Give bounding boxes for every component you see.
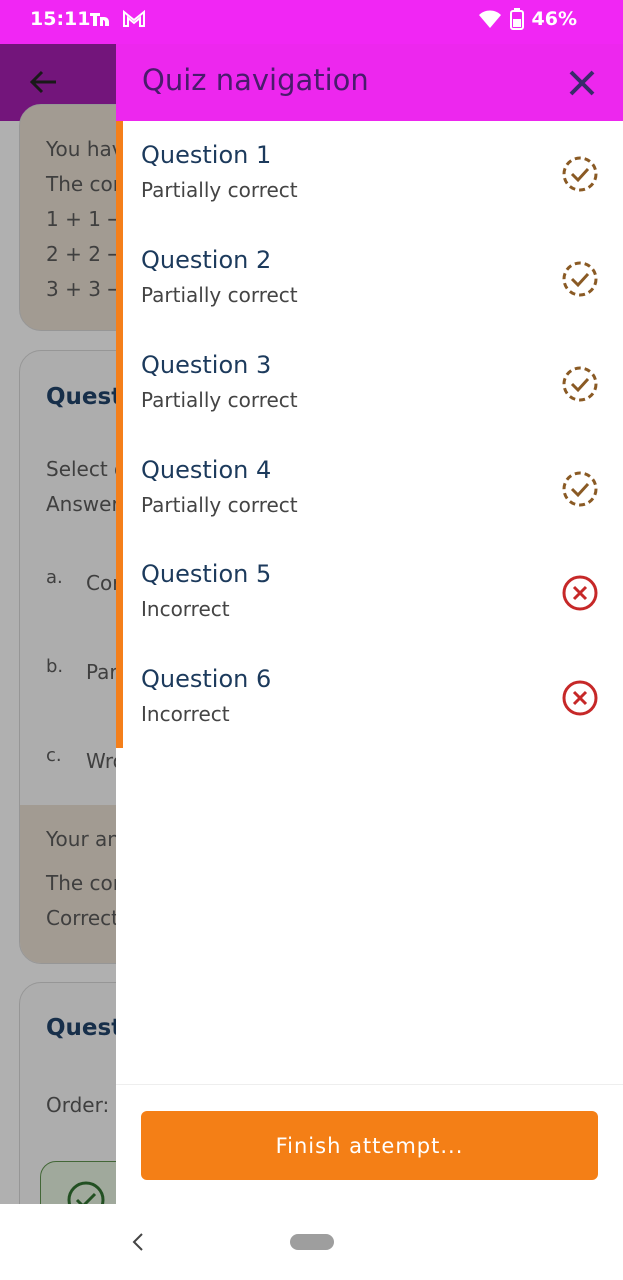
- question-title: Question 2: [141, 246, 272, 274]
- question-nav-item[interactable]: Question 4 Partially correct: [116, 436, 623, 541]
- drawer-header: Quiz navigation: [116, 44, 623, 121]
- question-nav-item[interactable]: Question 1 Partially correct: [116, 121, 623, 226]
- question-status: Partially correct: [141, 178, 298, 202]
- question-nav-item[interactable]: Question 6 Incorrect: [116, 645, 623, 750]
- question-status: Incorrect: [141, 702, 230, 726]
- partial-check-icon: [562, 156, 598, 192]
- question-nav-item[interactable]: Question 3 Partially correct: [116, 331, 623, 436]
- system-nav-bar: [0, 1204, 623, 1280]
- finish-attempt-button[interactable]: Finish attempt...: [141, 1111, 598, 1180]
- quiz-navigation-drawer: Quiz navigation Question 1 Partially cor…: [116, 44, 623, 1205]
- question-status: Partially correct: [141, 493, 298, 517]
- status-bar: 15:11 46%: [0, 0, 623, 44]
- incorrect-x-icon: [562, 680, 598, 716]
- battery-icon: [509, 8, 524, 30]
- drawer-footer: Finish attempt...: [116, 1084, 623, 1205]
- question-nav-item[interactable]: Question 2 Partially correct: [116, 226, 623, 331]
- system-back-icon[interactable]: [128, 1232, 148, 1252]
- partial-check-icon: [562, 366, 598, 402]
- partial-check-icon: [562, 471, 598, 507]
- status-time: 15:11: [30, 8, 91, 30]
- partial-check-icon: [562, 261, 598, 297]
- question-title: Question 3: [141, 351, 272, 379]
- close-icon[interactable]: [567, 68, 597, 98]
- app-notification-icon: [90, 13, 109, 26]
- question-status: Incorrect: [141, 597, 230, 621]
- question-title: Question 4: [141, 456, 272, 484]
- drawer-title: Quiz navigation: [142, 63, 369, 97]
- question-nav-item[interactable]: Question 5 Incorrect: [116, 540, 623, 645]
- gmail-icon: [123, 9, 145, 27]
- question-title: Question 1: [141, 141, 272, 169]
- home-pill[interactable]: [290, 1234, 334, 1250]
- question-status: Partially correct: [141, 283, 298, 307]
- notification-icons: [88, 9, 146, 29]
- wifi-icon: [478, 10, 501, 28]
- system-status: 46%: [478, 8, 577, 30]
- question-status: Partially correct: [141, 388, 298, 412]
- question-title: Question 6: [141, 665, 272, 693]
- incorrect-x-icon: [562, 575, 598, 611]
- question-title: Question 5: [141, 560, 272, 588]
- battery-level: 46%: [531, 8, 577, 30]
